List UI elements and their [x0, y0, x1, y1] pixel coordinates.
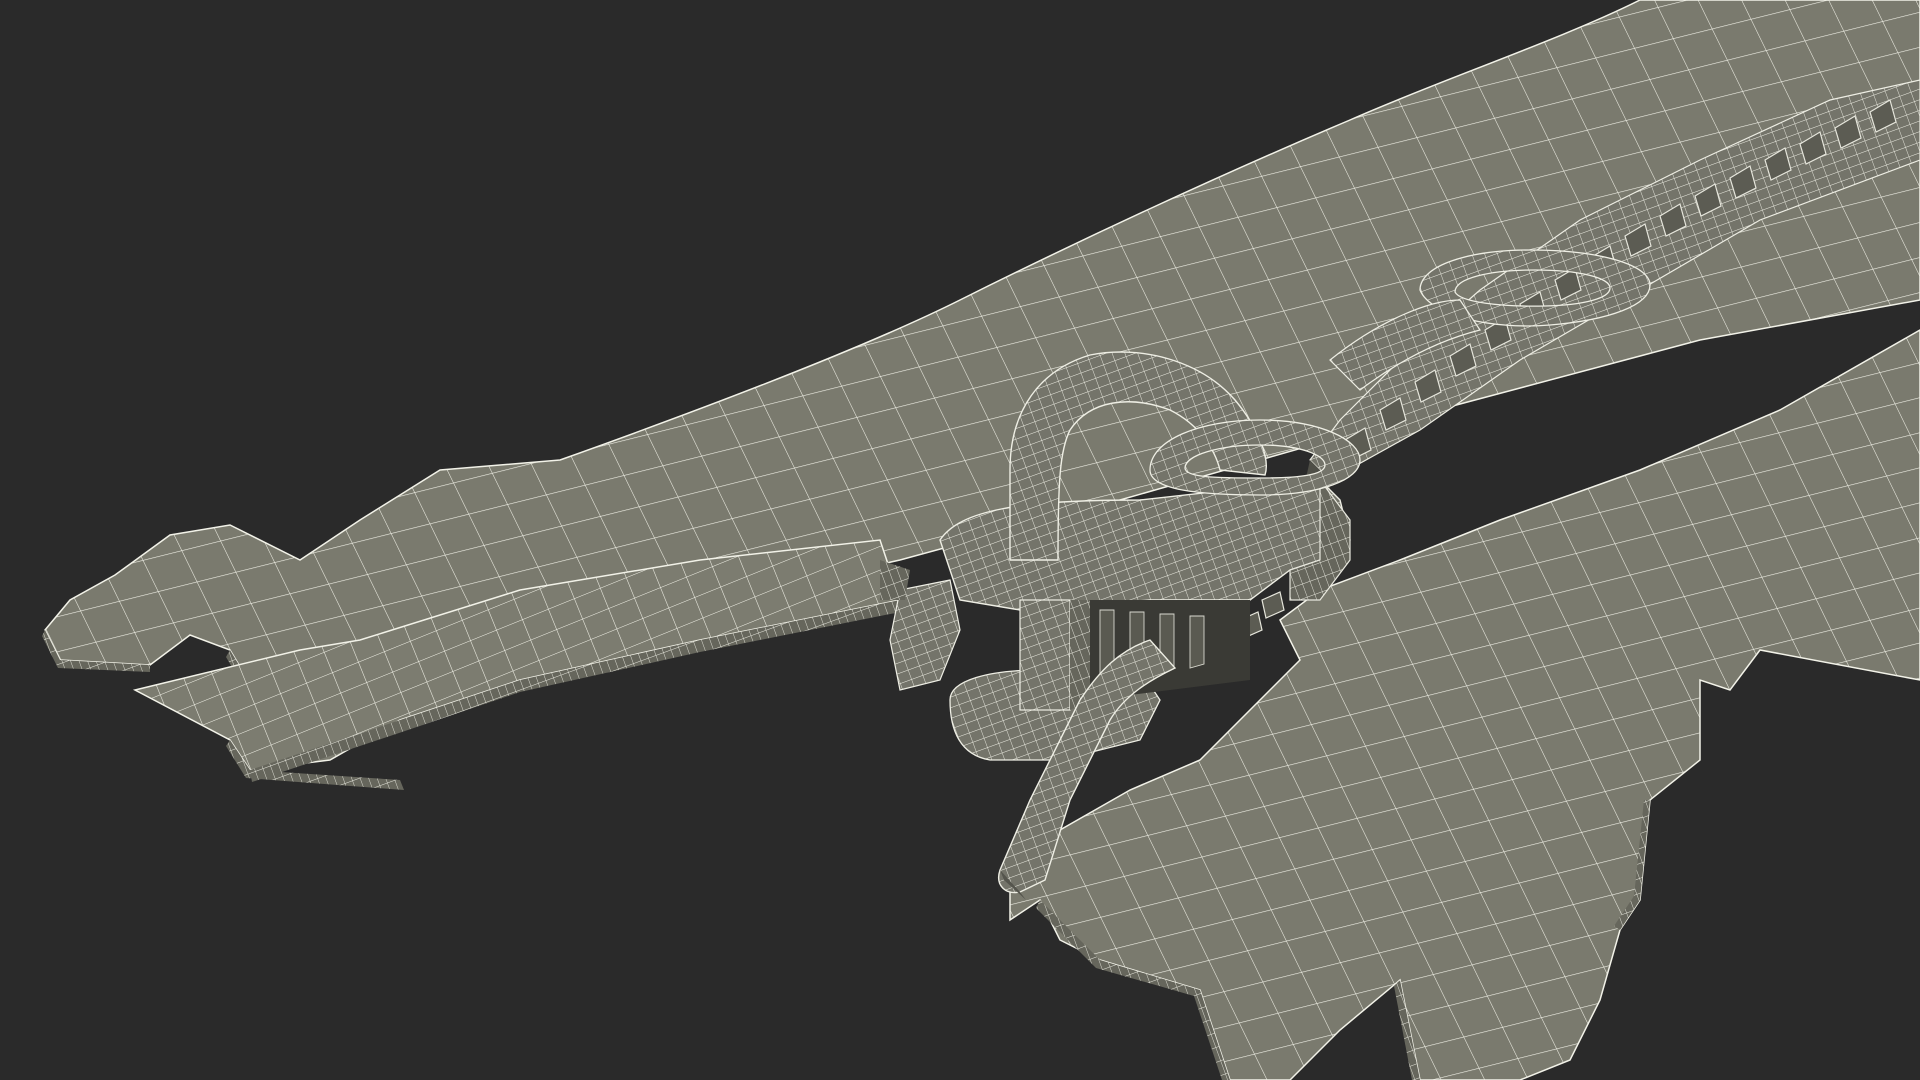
render-viewport — [0, 0, 1920, 1080]
stopper — [880, 560, 961, 691]
zipper-render — [42, 0, 1920, 1080]
